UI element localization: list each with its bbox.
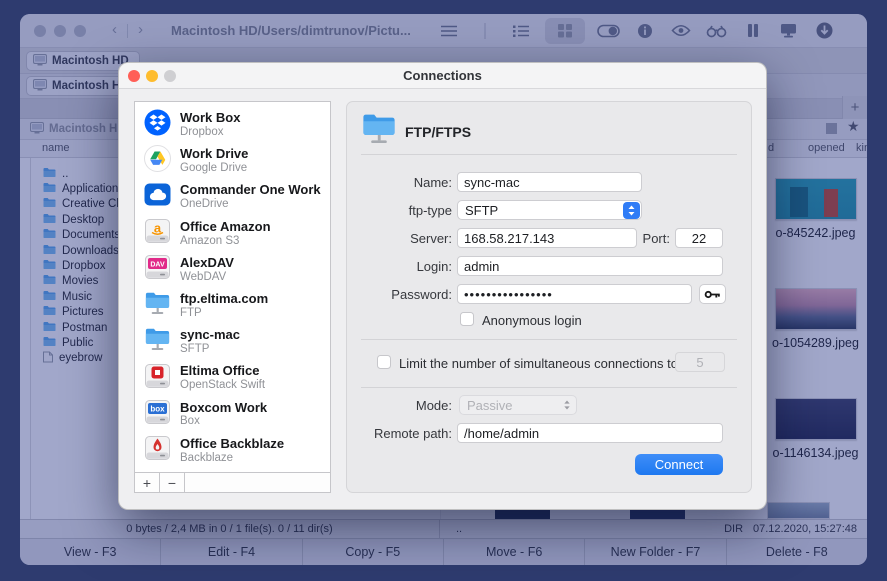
form-header: FTP/FTPS xyxy=(405,124,471,140)
name-label: Name: xyxy=(347,175,452,190)
connection-item[interactable]: DAV AlexDAV WebDAV xyxy=(135,252,330,288)
connection-name: Work Box xyxy=(180,111,240,126)
connection-item[interactable]: a Office Amazon Amazon S3 xyxy=(135,216,330,252)
svg-text:box: box xyxy=(150,405,165,414)
stepper-icon xyxy=(558,397,575,414)
connections-list: Work Box Dropbox Work Drive Google Drive xyxy=(134,101,331,493)
dropbox-icon xyxy=(144,109,171,141)
connection-type: OneDrive xyxy=(180,198,321,211)
ftp-type-label: ftp-type xyxy=(347,203,452,218)
name-field[interactable] xyxy=(457,172,642,192)
show-password-button[interactable] xyxy=(699,284,726,304)
connection-name: ftp.eltima.com xyxy=(180,292,268,307)
connection-type: WebDAV xyxy=(180,271,234,284)
amazon-icon: a xyxy=(144,218,171,249)
login-field[interactable] xyxy=(457,256,723,276)
webdav-icon: DAV xyxy=(144,254,171,285)
svg-text:DAV: DAV xyxy=(150,262,165,269)
backblaze-icon xyxy=(144,435,171,466)
connection-name: Boxcom Work xyxy=(180,401,267,416)
connection-item[interactable]: Office Backblaze Backblaze xyxy=(135,433,330,469)
netfolder-icon xyxy=(144,327,171,357)
mode-select: Passive xyxy=(459,395,577,415)
remove-connection-button[interactable]: − xyxy=(160,473,185,492)
connection-name: Work Drive xyxy=(180,147,248,162)
connection-name: Office Amazon xyxy=(180,220,271,235)
ftp-type-select[interactable]: SFTP xyxy=(457,200,642,220)
limit-count-field xyxy=(675,352,725,372)
separator xyxy=(361,387,737,388)
connection-type: Box xyxy=(180,415,267,428)
box-icon: box xyxy=(144,399,171,430)
connection-item[interactable]: ftp.eltima.com FTP xyxy=(135,288,330,324)
separator xyxy=(361,154,737,155)
dialog-title: Connections xyxy=(119,68,766,83)
connection-name: Commander One Work xyxy=(180,183,321,198)
separator xyxy=(361,339,737,340)
connection-type: SFTP xyxy=(180,343,240,356)
connection-item[interactable]: Commander One Work OneDrive xyxy=(135,179,330,215)
password-field[interactable] xyxy=(457,284,692,304)
netfolder-icon xyxy=(144,291,171,321)
connection-type: FTP xyxy=(180,307,268,320)
login-label: Login: xyxy=(347,259,452,274)
limit-connections-label: Limit the number of simultaneous connect… xyxy=(399,356,678,371)
footer-filler xyxy=(185,473,330,492)
anonymous-login-checkbox[interactable] xyxy=(460,312,474,326)
password-label: Password: xyxy=(347,287,452,302)
anonymous-login-label: Anonymous login xyxy=(482,313,582,328)
connection-item[interactable]: sync-mac SFTP xyxy=(135,324,330,360)
port-label: Port: xyxy=(602,231,670,246)
port-field[interactable] xyxy=(675,228,723,248)
remote-path-label: Remote path: xyxy=(347,426,452,441)
server-label: Server: xyxy=(347,231,452,246)
ftp-folder-icon xyxy=(361,112,397,151)
connection-item[interactable]: Work Box Dropbox xyxy=(135,107,330,143)
connection-type: OpenStack Swift xyxy=(180,379,265,392)
add-connection-button[interactable]: + xyxy=(135,473,160,492)
connection-name: Eltima Office xyxy=(180,364,265,379)
connection-type: Dropbox xyxy=(180,126,240,139)
openstack-icon xyxy=(144,363,171,394)
onedrive-icon xyxy=(144,181,171,213)
connection-item[interactable]: Eltima Office OpenStack Swift xyxy=(135,360,330,396)
connection-item[interactable]: box Boxcom Work Box xyxy=(135,397,330,433)
connect-button[interactable]: Connect xyxy=(635,454,723,475)
connection-type: Amazon S3 xyxy=(180,235,271,248)
key-icon xyxy=(704,289,721,300)
connection-name: Office Backblaze xyxy=(180,437,284,452)
stepper-icon xyxy=(623,202,640,219)
connection-type: Backblaze xyxy=(180,452,284,465)
remote-path-field[interactable] xyxy=(457,423,723,443)
dialog-title-bar[interactable]: Connections xyxy=(119,63,766,89)
ftp-form-panel: FTP/FTPS Name: ftp-type SFTP Server: Por… xyxy=(346,101,752,493)
mode-label: Mode: xyxy=(347,398,452,413)
gdrive-icon xyxy=(144,145,171,177)
connection-type: Google Drive xyxy=(180,162,248,175)
connection-name: sync-mac xyxy=(180,328,240,343)
limit-connections-checkbox[interactable] xyxy=(377,355,391,369)
connection-name: AlexDAV xyxy=(180,256,234,271)
connection-item[interactable]: Work Drive Google Drive xyxy=(135,143,330,179)
connections-dialog: Connections Work Box Dropbox xyxy=(118,62,767,510)
